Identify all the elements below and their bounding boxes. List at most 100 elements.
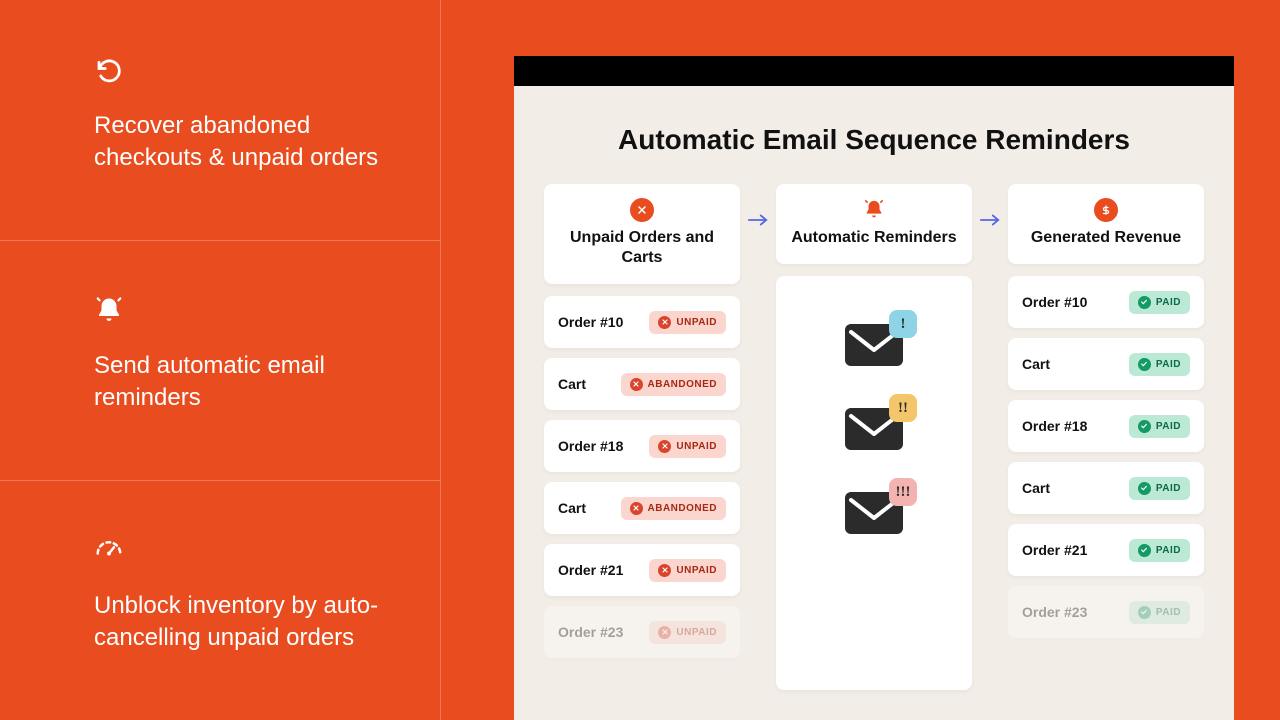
badge-text: PAID [1156,359,1181,370]
column-reminders: Automatic Reminders !!!!!! [776,184,972,690]
column-revenue-header: Generated Revenue [1008,184,1204,264]
feature-reminders: Send automatic email reminders [0,240,440,480]
list-item: Order #21 PAID [1008,524,1204,576]
badge-text: PAID [1156,297,1181,308]
column-reminders-title: Automatic Reminders [786,228,962,248]
check-icon [1138,420,1151,433]
row-label: Cart [558,500,586,516]
column-reminders-header: Automatic Reminders [776,184,972,264]
x-icon [658,564,671,577]
divider-vertical [440,0,441,720]
badge-text: PAID [1156,545,1181,556]
x-icon [658,626,671,639]
feature-recover-text: Recover abandoned checkouts & unpaid ord… [94,110,380,175]
check-icon [1138,482,1151,495]
reminder-email: ! [845,324,903,366]
status-badge: PAID [1129,477,1190,500]
check-icon [1138,296,1151,309]
list-item: Order #18 UNPAID [544,420,740,472]
bell-icon [862,198,886,222]
row-label: Order #21 [1022,542,1087,558]
feature-reminders-text: Send automatic email reminders [94,350,380,415]
gauge-icon [94,536,124,566]
column-revenue-title: Generated Revenue [1018,228,1194,248]
row-label: Order #18 [558,438,623,454]
badge-text: UNPAID [676,317,717,328]
row-label: Cart [1022,480,1050,496]
undo-icon [94,56,124,86]
row-label: Order #21 [558,562,623,578]
badge-text: PAID [1156,483,1181,494]
preview-topbar [514,56,1234,86]
status-badge: ABANDONED [621,497,727,520]
columns-row: Unpaid Orders and Carts Order #10 UNPAID C… [514,184,1234,690]
status-badge: PAID [1129,415,1190,438]
x-icon [658,316,671,329]
list-item: Order #10 UNPAID [544,296,740,348]
status-badge: UNPAID [649,311,726,334]
column-revenue: Generated Revenue Order #10PAIDCartPAIDO… [1008,184,1204,690]
divider-2 [0,480,440,481]
status-badge: PAID [1129,353,1190,376]
preview-title: Automatic Email Sequence Reminders [514,86,1234,184]
envelope-icon [845,521,903,538]
column-unpaid-header: Unpaid Orders and Carts [544,184,740,284]
badge-text: PAID [1156,421,1181,432]
x-icon [630,502,643,515]
status-badge: UNPAID [649,559,726,582]
x-icon [630,378,643,391]
status-badge: UNPAID [649,621,726,644]
reminder-email: !!! [845,492,903,534]
status-badge: UNPAID [649,435,726,458]
status-badge: PAID [1129,539,1190,562]
arrow-icon [972,184,1008,690]
list-item: Order #23 UNPAID [544,606,740,658]
preview-panel: Automatic Email Sequence Reminders Unpai… [514,56,1234,720]
row-label: Cart [1022,356,1050,372]
feature-cancel: Unblock inventory by auto-cancelling unp… [0,480,440,720]
column-unpaid: Unpaid Orders and Carts Order #10 UNPAID C… [544,184,740,690]
list-item: Cart ABANDONED [544,482,740,534]
check-icon [1138,544,1151,557]
x-icon [658,440,671,453]
list-item: Order #10 PAID [1008,276,1204,328]
row-label: Cart [558,376,586,392]
column-unpaid-title: Unpaid Orders and Carts [554,228,730,268]
bell-icon [94,296,124,326]
badge-text: UNPAID [676,441,717,452]
divider-1 [0,240,440,241]
feature-recover: Recover abandoned checkouts & unpaid ord… [0,0,440,240]
list-item: Order #18 PAID [1008,400,1204,452]
status-badge: PAID [1129,291,1190,314]
feature-cancel-text: Unblock inventory by auto-cancelling unp… [94,590,380,655]
row-label: Order #10 [1022,294,1087,310]
row-label: Order #23 [1022,604,1087,620]
list-item: Order #21 UNPAID [544,544,740,596]
features-sidebar: Recover abandoned checkouts & unpaid ord… [0,0,440,720]
arrow-icon [740,184,776,690]
dollar-circle-icon [1094,198,1118,222]
check-icon [1138,606,1151,619]
list-item: Order #23 PAID [1008,586,1204,638]
row-label: Order #23 [558,624,623,640]
status-badge: ABANDONED [621,373,727,396]
exclamation-badge: !!! [889,478,917,506]
badge-text: ABANDONED [648,503,718,514]
list-item: Cart PAID [1008,338,1204,390]
badge-text: PAID [1156,607,1181,618]
check-icon [1138,358,1151,371]
reminder-email: !! [845,408,903,450]
list-item: Cart ABANDONED [544,358,740,410]
exclamation-badge: ! [889,310,917,338]
exclamation-badge: !! [889,394,917,422]
list-item: Cart PAID [1008,462,1204,514]
row-label: Order #18 [1022,418,1087,434]
envelope-icon [845,437,903,454]
x-circle-icon [630,198,654,222]
status-badge: PAID [1129,601,1190,624]
badge-text: UNPAID [676,565,717,576]
reminders-list: !!!!!! [776,276,972,690]
badge-text: ABANDONED [648,379,718,390]
badge-text: UNPAID [676,627,717,638]
row-label: Order #10 [558,314,623,330]
